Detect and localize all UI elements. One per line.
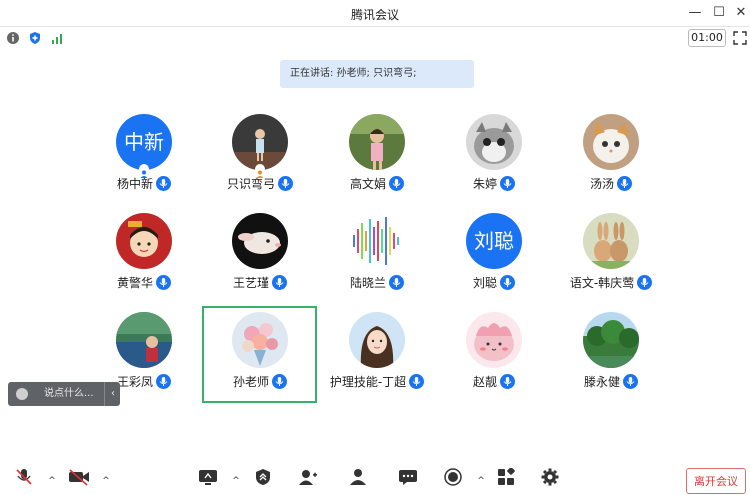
- participant-name: 只识弯弓: [226, 177, 275, 191]
- meeting-info-bar: 01:00: [0, 27, 750, 47]
- mic-icon: [389, 176, 404, 191]
- participant-tile[interactable]: 王艺瑾: [202, 208, 318, 304]
- participant-name: 黄警华: [116, 276, 153, 290]
- avatar: [349, 312, 405, 368]
- participant-name: 王艺瑾: [232, 276, 269, 290]
- avatar: [583, 312, 639, 368]
- mic-icon: [389, 275, 404, 290]
- participant-name: 赵靓: [472, 375, 497, 389]
- security-icon[interactable]: [253, 468, 273, 486]
- mic-icon: [409, 374, 425, 389]
- participant-name: 王彩凤: [116, 375, 153, 389]
- fullscreen-icon[interactable]: [733, 30, 747, 45]
- mic-icon: [278, 176, 293, 191]
- participant-tile[interactable]: 护理技能-丁超: [319, 307, 435, 403]
- avatar: [116, 312, 172, 368]
- participant-tile[interactable]: 只识弯弓: [202, 109, 318, 205]
- title-bar: 腾讯会议 — ☐ ✕: [0, 0, 750, 27]
- collapse-icon[interactable]: ‹: [104, 382, 121, 406]
- participant-tile[interactable]: 朱婷: [436, 109, 552, 205]
- mic-icon: [272, 275, 287, 290]
- avatar: [349, 114, 405, 170]
- participant-tile[interactable]: 中新 杨中新: [86, 109, 202, 205]
- participant-name: 语文-韩庆莺: [569, 276, 635, 290]
- participant-name: 孙老师: [232, 375, 269, 389]
- shield-icon[interactable]: [28, 30, 42, 44]
- meeting-timer: 01:00: [688, 29, 726, 47]
- mic-icon: [500, 176, 515, 191]
- participant-tile[interactable]: 高文娟: [319, 109, 435, 205]
- avatar: [583, 114, 639, 170]
- mic-icon: [500, 275, 515, 290]
- participant-name: 朱婷: [472, 177, 497, 191]
- avatar: [232, 312, 288, 368]
- avatar: 刘聪: [466, 213, 522, 269]
- share-screen-icon[interactable]: [198, 468, 218, 486]
- mic-icon: [156, 374, 171, 389]
- chat-placeholder: 说点什么...: [44, 388, 94, 399]
- apps-icon[interactable]: [497, 467, 517, 486]
- camera-off-icon[interactable]: [68, 468, 90, 486]
- host-icon: [255, 164, 265, 178]
- camera-options-icon[interactable]: ^: [101, 476, 111, 486]
- avatar: [232, 213, 288, 269]
- avatar: [349, 213, 405, 269]
- host-icon: [139, 164, 149, 178]
- participant-tile[interactable]: 汤汤: [553, 109, 669, 205]
- close-icon[interactable]: ✕: [730, 3, 750, 23]
- leave-meeting-button[interactable]: 离开会议: [686, 468, 746, 494]
- chat-icon[interactable]: [398, 468, 418, 486]
- participant-name: 高文娟: [349, 177, 386, 191]
- record-options-icon[interactable]: ^: [476, 476, 486, 486]
- speaking-indicator: 正在讲话: 孙老师; 只识弯弓;: [280, 60, 474, 88]
- participant-tile[interactable]: 语文-韩庆莺: [553, 208, 669, 304]
- minimize-icon[interactable]: —: [684, 3, 706, 23]
- participant-name: 护理技能-丁超: [329, 375, 407, 389]
- signal-icon[interactable]: [50, 30, 64, 44]
- settings-icon[interactable]: [540, 468, 560, 486]
- mic-icon: [637, 275, 653, 290]
- mic-icon: [623, 374, 638, 389]
- mic-icon: [272, 374, 287, 389]
- mic-icon: [500, 374, 515, 389]
- info-icon[interactable]: [6, 30, 20, 44]
- avatar: [116, 213, 172, 269]
- participant-tile[interactable]: 滕永健: [553, 307, 669, 403]
- participant-tile[interactable]: 赵靓: [436, 307, 552, 403]
- mic-muted-icon[interactable]: [14, 468, 34, 486]
- window-title: 腾讯会议: [350, 8, 399, 22]
- share-options-icon[interactable]: ^: [231, 476, 241, 486]
- record-icon[interactable]: [443, 468, 463, 486]
- mic-icon: [156, 176, 171, 191]
- mic-icon: [156, 275, 171, 290]
- participant-tile[interactable]: 刘聪 刘聪: [436, 208, 552, 304]
- participant-name: 杨中新: [116, 177, 153, 191]
- participant-tile[interactable]: 黄警华: [86, 208, 202, 304]
- members-icon[interactable]: [348, 468, 368, 486]
- maximize-icon[interactable]: ☐: [708, 3, 730, 23]
- participant-name: 刘聪: [472, 276, 497, 290]
- participant-name: 汤汤: [589, 177, 614, 191]
- avatar: [466, 114, 522, 170]
- bottom-toolbar: ^ ^ ^ ^: [0, 462, 750, 490]
- chat-input[interactable]: 说点什么... ‹: [8, 382, 120, 406]
- avatar: 中新: [116, 114, 172, 170]
- emoji-icon[interactable]: [16, 388, 28, 400]
- mic-icon: [617, 176, 632, 191]
- participant-name: 滕永健: [583, 375, 620, 389]
- participant-tile[interactable]: 陆晓兰: [319, 208, 435, 304]
- avatar: [583, 213, 639, 269]
- avatar: [466, 312, 522, 368]
- participant-name: 陆晓兰: [349, 276, 386, 290]
- avatar: [232, 114, 288, 170]
- invite-icon[interactable]: [298, 468, 318, 486]
- mic-options-icon[interactable]: ^: [47, 476, 57, 486]
- participant-tile[interactable]: 孙老师: [202, 307, 318, 403]
